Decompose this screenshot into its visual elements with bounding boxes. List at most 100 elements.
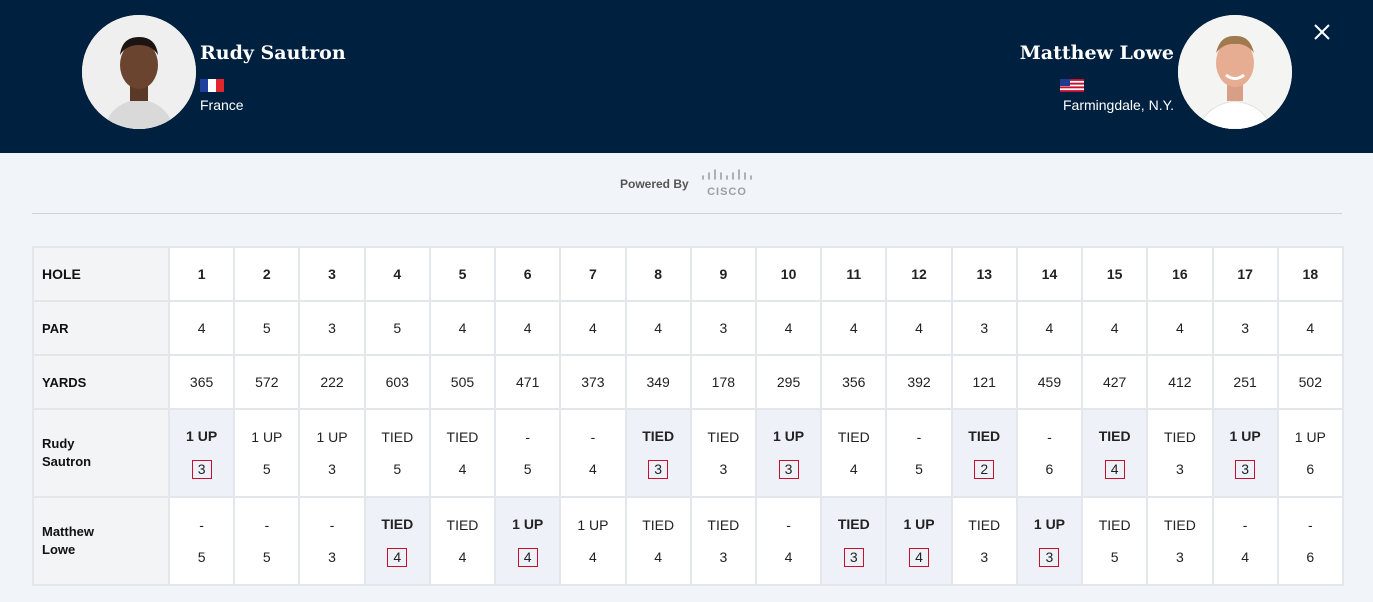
hole-result-cell: TIED 3 (689, 408, 757, 498)
hole-result-cell: 1 UP 3 (1211, 408, 1279, 498)
yards-cell: 471 (494, 354, 562, 410)
strokes: 6 (1045, 461, 1054, 477)
yards-cell: 572 (233, 354, 301, 410)
hole-result-cell: -4 (754, 496, 823, 586)
par-cell: 4 (754, 300, 823, 356)
strokes: 4 (458, 461, 467, 477)
winning-strokes: 2 (974, 459, 995, 479)
hole-result-cell: 1 UP 6 (1276, 408, 1344, 498)
match-status: TIED (446, 429, 479, 445)
winning-strokes: 4 (1104, 459, 1125, 479)
yards-cell: 295 (754, 354, 823, 410)
row-label: YARDS (32, 354, 170, 410)
player-right-location: Farmingdale, N.Y. (1062, 97, 1174, 113)
yards-cell: 412 (1146, 354, 1214, 410)
hole-result-cell: TIED 4 (820, 408, 888, 498)
match-status: TIED (1163, 517, 1196, 533)
strokes: 3 (719, 549, 728, 565)
par-cell: 4 (1015, 300, 1084, 356)
par-cell: 4 (885, 300, 953, 356)
yards-cell: 178 (689, 354, 757, 410)
winning-strokes: 4 (517, 547, 538, 567)
hole-result-cell: -5 (885, 408, 953, 498)
yards-cell: 459 (1015, 354, 1084, 410)
match-status: TIED (968, 427, 1001, 444)
par-cell: 4 (428, 300, 497, 356)
hole-result-cell: -4 (559, 408, 627, 498)
hole-cell: 6 (494, 246, 562, 302)
match-status: TIED (707, 429, 740, 445)
match-status: 1 UP (1294, 429, 1326, 445)
strokes: 4 (1241, 549, 1249, 565)
par-cell: 5 (233, 300, 301, 356)
match-status: 1 UP (1033, 515, 1066, 532)
hole-result-cell: TIED 4 (428, 496, 497, 586)
player-left-name: Rudy Sautron (200, 42, 346, 64)
strokes: 3 (328, 549, 336, 565)
hole-result-cell: TIED 3 (1146, 408, 1214, 498)
yards-cell: 502 (1276, 354, 1344, 410)
scorecard-table: HOLE 1 2 3 4 5 6 7 8 9 10 11 12 13 14 15 16 17 18 PAR 4 5 3 5 4 4… (32, 246, 1344, 586)
close-icon[interactable] (1312, 22, 1332, 42)
hole-cell: 2 (233, 246, 301, 302)
match-status: - (1047, 429, 1052, 445)
strokes: 4 (784, 549, 793, 565)
match-status: 1 UP (512, 515, 544, 532)
player-left-location: France (200, 97, 244, 113)
winning-strokes: 3 (1039, 547, 1060, 567)
hole-result-cell: 1 UP 3 (298, 408, 366, 498)
strokes: 5 (915, 461, 923, 477)
hole-result-cell: TIED 4 (1081, 408, 1149, 498)
yards-cell: 505 (428, 354, 497, 410)
hole-result-cell: TIED 4 (363, 496, 431, 586)
match-status: 1 UP (773, 427, 805, 444)
par-cell: 4 (1146, 300, 1214, 356)
match-status: 1 UP (186, 427, 218, 444)
row-label: Matthew Lowe (32, 496, 170, 586)
hole-result-cell: TIED 3 (820, 496, 888, 586)
divider (32, 213, 1342, 214)
hole-cell: 15 (1081, 246, 1149, 302)
yards-cell: 365 (167, 354, 236, 410)
hole-result-cell: -5 (494, 408, 562, 498)
match-status: TIED (1098, 427, 1131, 444)
match-status: 1 UP (251, 429, 283, 445)
hole-result-cell: 1 UP 5 (233, 408, 301, 498)
match-status: 1 UP (316, 429, 348, 445)
match-header: Rudy Sautron France Matthew Lowe Farming… (0, 0, 1373, 153)
match-status: TIED (1163, 429, 1196, 445)
cisco-logo: CISCO (702, 169, 752, 198)
strokes: 6 (1306, 461, 1315, 477)
winning-strokes: 3 (191, 459, 212, 479)
hole-cell: 7 (559, 246, 627, 302)
yards-cell: 349 (624, 354, 692, 410)
powered-by-label: Powered By (620, 177, 689, 191)
yards-cell: 251 (1211, 354, 1279, 410)
par-cell: 3 (950, 300, 1018, 356)
strokes: 5 (523, 461, 532, 477)
match-status: - (786, 517, 791, 533)
match-status: TIED (642, 427, 675, 444)
match-status: - (199, 517, 204, 533)
hole-result-cell: 1 UP 4 (885, 496, 953, 586)
strokes: 4 (458, 549, 467, 565)
match-status: - (329, 517, 335, 533)
hole-row: HOLE 1 2 3 4 5 6 7 8 9 10 11 12 13 14 15 16 17 18 (32, 246, 1344, 302)
match-status: - (264, 517, 270, 533)
par-cell: 3 (1211, 300, 1279, 356)
par-cell: 4 (820, 300, 888, 356)
par-row: PAR 4 5 3 5 4 4 4 4 3 4 4 4 3 4 4 4 3 4 (32, 300, 1344, 356)
hole-result-cell: -5 (167, 496, 236, 586)
row-label: Rudy Sautron (32, 408, 170, 498)
strokes: 4 (849, 461, 858, 477)
par-cell: 3 (689, 300, 757, 356)
par-cell: 4 (559, 300, 627, 356)
match-status: - (590, 429, 596, 445)
yards-cell: 373 (559, 354, 627, 410)
yards-row: YARDS 365 572 222 603 505 471 373 349 178 295 356 39… (32, 354, 1344, 410)
par-cell: 4 (624, 300, 692, 356)
hole-cell: 10 (754, 246, 823, 302)
strokes: 5 (1110, 549, 1119, 565)
hole-result-cell: 1 UP 3 (167, 408, 236, 498)
hole-cell: 8 (624, 246, 692, 302)
